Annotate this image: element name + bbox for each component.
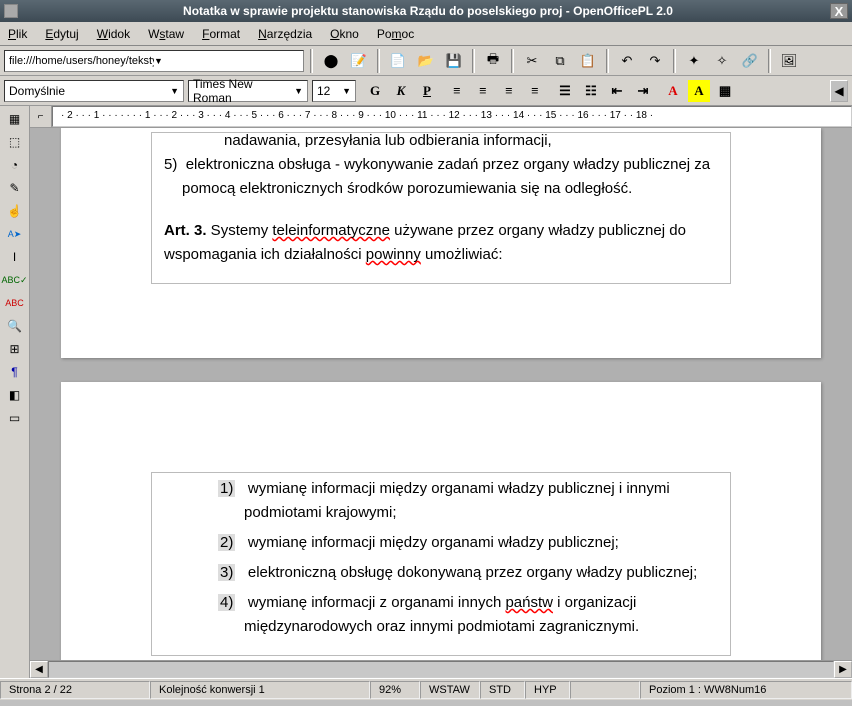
navigator-icon[interactable]: ✦ <box>682 49 706 73</box>
cut-icon[interactable]: ✂ <box>520 49 544 73</box>
draw-icon[interactable]: ✎ <box>3 177 27 199</box>
align-justify-button[interactable]: ≡ <box>524 80 546 102</box>
paragraph-cut[interactable]: nadawania, przesyłania lub odbierania in… <box>164 129 718 147</box>
window-title: Notatka w sprawie projektu stanowiska Rz… <box>26 4 830 18</box>
insert-object-icon[interactable]: ◔ <box>3 154 27 176</box>
edit-icon[interactable]: 📝 <box>347 49 371 73</box>
status-blank <box>570 681 640 699</box>
list-item-4[interactable]: 4) wymianę informacji z organami innych … <box>164 591 718 639</box>
font-size-value: 12 <box>317 84 330 98</box>
font-name-value: Times New Roman <box>193 77 294 105</box>
scroll-right-button[interactable]: ▶ <box>834 661 852 678</box>
list-item-1[interactable]: 1) wymianę informacji między organami wł… <box>164 477 718 525</box>
increase-indent-button[interactable]: ⇥ <box>632 80 654 102</box>
format-toolbar: Domyślnie▼ Times New Roman▼ 12▼ G K P ≡ … <box>0 76 852 106</box>
cursor-icon[interactable]: I <box>3 246 27 268</box>
menu-edytuj[interactable]: Edytuj <box>45 27 78 41</box>
data-source-icon[interactable]: ⊞ <box>3 338 27 360</box>
insert-table-icon[interactable]: ▦ <box>3 108 27 130</box>
menu-wstaw[interactable]: Wstaw <box>148 27 184 41</box>
graphics-icon[interactable]: ◧ <box>3 384 27 406</box>
status-bar: Strona 2 / 22 Kolejność konwersji 1 92% … <box>0 678 852 700</box>
status-zoom[interactable]: 92% <box>370 681 420 699</box>
paragraph-style-value: Domyślnie <box>9 84 65 98</box>
autotext-icon[interactable]: A➤ <box>3 223 27 245</box>
url-field[interactable]: file:///home/users/honey/teksty/Ustawa%2… <box>4 50 304 72</box>
online-layout-icon[interactable]: ▭ <box>3 407 27 429</box>
main-toolbar: file:///home/users/honey/teksty/Ustawa%2… <box>0 46 852 76</box>
numbered-list-button[interactable]: ☰ <box>554 80 576 102</box>
align-left-button[interactable]: ≡ <box>446 80 468 102</box>
text-frame-2[interactable]: 1) wymianę informacji między organami wł… <box>151 472 731 656</box>
menu-format[interactable]: Format <box>202 27 240 41</box>
form-icon[interactable]: ☝ <box>3 200 27 222</box>
menu-widok[interactable]: Widok <box>97 27 130 41</box>
spellcheck-icon[interactable]: ABC✓ <box>3 269 27 291</box>
align-right-button[interactable]: ≡ <box>498 80 520 102</box>
align-center-button[interactable]: ≡ <box>472 80 494 102</box>
close-button[interactable]: X <box>830 3 848 19</box>
left-toolbar: ▦ ⬚ ◔ ✎ ☝ A➤ I ABC✓ ABC 🔍 ⊞ ¶ ◧ ▭ <box>0 106 30 678</box>
document-wrapper: ⌐ · 2 · · · 1 · · · · · · · 1 · · · 2 · … <box>30 106 852 678</box>
paragraph-bg-button[interactable]: ▦ <box>714 80 736 102</box>
system-menu-icon[interactable] <box>4 4 18 18</box>
title-bar: Notatka w sprawie projektu stanowiska Rz… <box>0 0 852 22</box>
font-name-combo[interactable]: Times New Roman▼ <box>188 80 308 102</box>
status-std[interactable]: STD <box>480 681 525 699</box>
hyperlink-icon[interactable]: 🔗 <box>738 49 762 73</box>
stop-icon[interactable]: ⬤ <box>319 49 343 73</box>
underline-button[interactable]: P <box>416 80 438 102</box>
paragraph-5[interactable]: 5) elektroniczna obsługa - wykonywanie z… <box>164 153 718 201</box>
menu-okno[interactable]: Okno <box>330 27 359 41</box>
paragraph-style-combo[interactable]: Domyślnie▼ <box>4 80 184 102</box>
stylist-icon[interactable]: ✧ <box>710 49 734 73</box>
menu-narzedzia[interactable]: Narzędzia <box>258 27 312 41</box>
redo-icon[interactable]: ↷ <box>643 49 667 73</box>
new-icon[interactable]: 📄 <box>386 49 410 73</box>
paste-icon[interactable]: 📋 <box>576 49 600 73</box>
save-icon[interactable]: 💾 <box>442 49 466 73</box>
horizontal-ruler[interactable]: · 2 · · · 1 · · · · · · · 1 · · · 2 · · … <box>52 106 852 127</box>
auto-spellcheck-icon[interactable]: ABC <box>3 292 27 314</box>
italic-button[interactable]: K <box>390 80 412 102</box>
status-insert[interactable]: WSTAW <box>420 681 480 699</box>
list-item-2[interactable]: 2) wymianę informacji między organami wł… <box>164 531 718 555</box>
print-icon[interactable]: 🖶 <box>481 49 505 73</box>
menu-bar: Plik Edytuj Widok Wstaw Format Narzędzia… <box>0 22 852 46</box>
ruler-corner[interactable]: ⌐ <box>30 106 52 127</box>
horizontal-scrollbar[interactable]: ◀ ▶ <box>30 660 852 678</box>
bold-button[interactable]: G <box>364 80 386 102</box>
ruler-row: ⌐ · 2 · · · 1 · · · · · · · 1 · · · 2 · … <box>30 106 852 128</box>
font-color-button[interactable]: A <box>662 80 684 102</box>
font-size-combo[interactable]: 12▼ <box>312 80 356 102</box>
work-area: ▦ ⬚ ◔ ✎ ☝ A➤ I ABC✓ ABC 🔍 ⊞ ¶ ◧ ▭ ⌐ · 2 … <box>0 106 852 678</box>
ruler-marks: · 2 · · · 1 · · · · · · · 1 · · · 2 · · … <box>61 110 653 121</box>
insert-field-icon[interactable]: ⬚ <box>3 131 27 153</box>
page-1: nadawania, przesyłania lub odbierania in… <box>61 128 821 358</box>
paragraph-art3[interactable]: Art. 3. Systemy teleinformatyczne używan… <box>164 219 718 267</box>
status-level: Poziom 1 : WW8Num16 <box>640 681 852 699</box>
list-item-3[interactable]: 3) elektroniczną obsługę dokonywaną prze… <box>164 561 718 585</box>
toolbar-overflow-button[interactable]: ◀ <box>830 80 848 102</box>
scroll-track[interactable] <box>48 661 834 678</box>
nonprinting-icon[interactable]: ¶ <box>3 361 27 383</box>
status-page: Strona 2 / 22 <box>0 681 150 699</box>
menu-plik[interactable]: Plik <box>8 27 27 41</box>
document-scroll-area[interactable]: nadawania, przesyłania lub odbierania in… <box>30 128 852 660</box>
menu-pomoc[interactable]: Pomoc <box>377 27 414 41</box>
scroll-left-button[interactable]: ◀ <box>30 661 48 678</box>
decrease-indent-button[interactable]: ⇤ <box>606 80 628 102</box>
copy-icon[interactable]: ⧉ <box>548 49 572 73</box>
gallery-icon[interactable]: 🖼 <box>777 49 801 73</box>
find-icon[interactable]: 🔍 <box>3 315 27 337</box>
highlight-button[interactable]: A <box>688 80 710 102</box>
page-2: 1) wymianę informacji między organami wł… <box>61 382 821 660</box>
undo-icon[interactable]: ↶ <box>615 49 639 73</box>
text-frame-1[interactable]: nadawania, przesyłania lub odbierania in… <box>151 132 731 284</box>
status-sequence: Kolejność konwersji 1 <box>150 681 370 699</box>
open-icon[interactable]: 📂 <box>414 49 438 73</box>
bullet-list-button[interactable]: ☷ <box>580 80 602 102</box>
url-text: file:///home/users/honey/teksty/Ustawa%2… <box>9 55 154 67</box>
status-hyp[interactable]: HYP <box>525 681 570 699</box>
